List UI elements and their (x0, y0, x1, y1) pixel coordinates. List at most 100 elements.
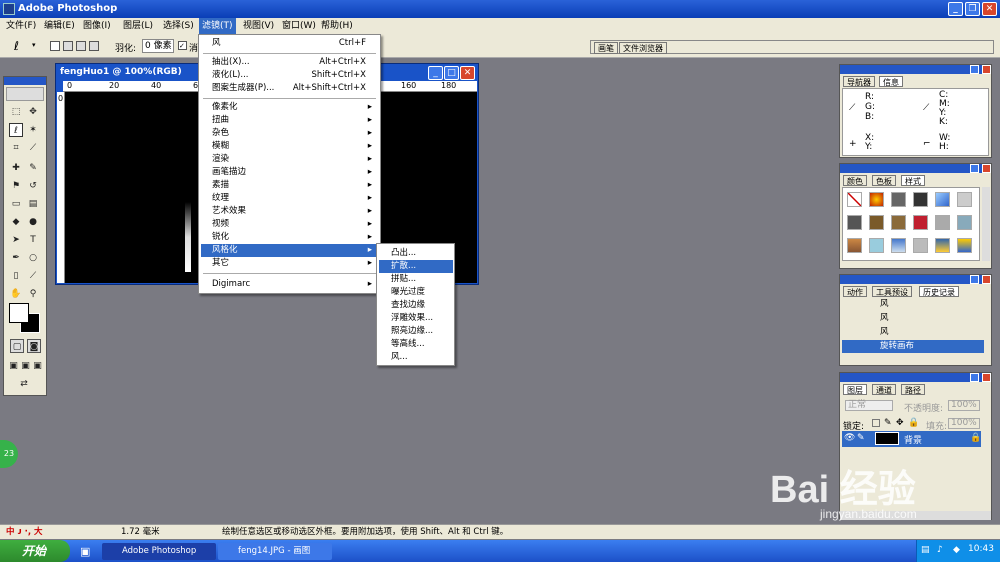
menu-layer[interactable]: 图层(L) (120, 18, 156, 34)
screen-mode-1-icon[interactable]: ▣ (8, 359, 19, 373)
style-swatch[interactable] (913, 192, 928, 207)
fill-input[interactable]: 100% (948, 418, 980, 429)
blur-tool-icon[interactable]: ◆ (9, 215, 23, 229)
intersect-selection-icon[interactable] (89, 41, 99, 51)
style-swatch[interactable] (891, 192, 906, 207)
panel-minimize-button[interactable] (970, 65, 979, 74)
show-desktop-icon[interactable]: ▣ (80, 545, 90, 558)
feather-input[interactable]: 0 像素 (142, 39, 174, 53)
menu-item-last-filter[interactable]: 风 Ctrl+F (201, 37, 378, 50)
menu-item-brush-strokes[interactable]: 画笔描边 ▸ (201, 166, 378, 179)
menu-item-liquify[interactable]: 液化(L)... Shift+Ctrl+X (201, 69, 378, 82)
tab-paths[interactable]: 路径 (901, 384, 925, 395)
new-selection-icon[interactable] (50, 41, 60, 51)
history-item[interactable]: 风 (842, 312, 984, 325)
style-swatch[interactable] (935, 238, 950, 253)
style-swatch[interactable] (869, 215, 884, 230)
menu-item-render[interactable]: 渲染 ▸ (201, 153, 378, 166)
menu-window[interactable]: 窗口(W) (279, 18, 319, 34)
menu-item-sharpen[interactable]: 锐化 ▸ (201, 231, 378, 244)
style-swatch[interactable] (935, 215, 950, 230)
magic-wand-icon[interactable]: ✶ (26, 123, 40, 137)
panel-close-button[interactable] (982, 65, 991, 74)
add-selection-icon[interactable] (63, 41, 73, 51)
lock-transparency-checkbox[interactable] (872, 419, 880, 427)
history-item[interactable]: 风 (842, 326, 984, 339)
menu-item-video[interactable]: 视频 ▸ (201, 218, 378, 231)
tab-swatches[interactable]: 色板 (872, 175, 896, 186)
brush-tool-icon[interactable]: ✎ (26, 161, 40, 175)
style-swatch[interactable] (869, 192, 884, 207)
tab-actions[interactable]: 动作 (843, 286, 867, 297)
style-swatch[interactable] (957, 192, 972, 207)
taskbar-item-paint[interactable]: feng14.JPG - 画图 (218, 543, 332, 560)
style-swatch[interactable] (913, 238, 928, 253)
eye-icon[interactable]: 👁 (844, 433, 855, 443)
subtract-selection-icon[interactable] (76, 41, 86, 51)
panel-close-button[interactable] (982, 164, 991, 173)
panel-minimize-button[interactable] (970, 275, 979, 284)
floating-badge[interactable]: 23 (0, 440, 18, 468)
tray-app-icon[interactable]: ◆ (953, 545, 960, 555)
menu-item-digimarc[interactable]: Digimarc ▸ (201, 278, 378, 291)
restore-button[interactable]: ❐ (965, 2, 980, 16)
pen-tool-icon[interactable]: ✒ (9, 251, 23, 265)
gradient-tool-icon[interactable]: ▤ (26, 197, 40, 211)
hand-tool-icon[interactable]: ✋ (9, 287, 23, 301)
dodge-tool-icon[interactable]: ● (26, 215, 40, 229)
submenu-item-wind[interactable]: 风... (379, 351, 453, 364)
minimize-button[interactable]: _ (948, 2, 963, 16)
tab-history[interactable]: 历史记录 (919, 286, 959, 297)
history-item[interactable]: 风 (842, 298, 984, 311)
taskbar-item-photoshop[interactable]: Adobe Photoshop (102, 543, 216, 560)
panel-close-button[interactable] (982, 275, 991, 284)
lock-move-icon[interactable]: ✥ (896, 418, 904, 428)
tab-tool-presets[interactable]: 工具预设 (872, 286, 912, 297)
foreground-color-swatch[interactable] (9, 303, 29, 323)
submenu-item-diffuse[interactable]: 扩散... (379, 260, 453, 273)
style-swatch[interactable] (957, 215, 972, 230)
doc-minimize-button[interactable]: _ (428, 66, 443, 80)
tray-volume-icon[interactable]: ♪ (937, 545, 943, 555)
submenu-item-find-edges[interactable]: 查找边缘 (379, 299, 453, 312)
menu-filter[interactable]: 滤镜(T) (199, 18, 236, 34)
tray-network-icon[interactable]: ▤ (921, 545, 930, 555)
tab-file-browser[interactable]: 文件浏览器 (619, 42, 667, 54)
panel-minimize-button[interactable] (970, 164, 979, 173)
path-select-icon[interactable]: ➤ (9, 233, 23, 247)
opacity-input[interactable]: 100% (948, 400, 980, 411)
menu-item-extract[interactable]: 抽出(X)... Alt+Ctrl+X (201, 56, 378, 69)
menu-item-pixelate[interactable]: 像素化 ▸ (201, 101, 378, 114)
submenu-item-tiles[interactable]: 拼贴... (379, 273, 453, 286)
style-swatch[interactable] (891, 215, 906, 230)
style-swatch[interactable] (847, 238, 862, 253)
style-swatch[interactable] (891, 238, 906, 253)
style-swatch[interactable] (869, 238, 884, 253)
lasso-tool-icon-active[interactable]: ℓ (9, 123, 23, 137)
chevron-down-icon[interactable]: ▾ (32, 41, 36, 49)
screen-mode-2-icon[interactable]: ▣ (20, 359, 31, 373)
close-button[interactable]: ✕ (982, 2, 997, 16)
antialias-checkbox[interactable]: ✓ (178, 41, 187, 50)
lasso-tool-icon[interactable]: ℓ (14, 39, 19, 53)
submenu-item-glowing-edges[interactable]: 照亮边缘... (379, 325, 453, 338)
style-swatch[interactable] (847, 215, 862, 230)
tab-info[interactable]: 信息 (879, 76, 903, 87)
menu-select[interactable]: 选择(S) (160, 18, 197, 34)
lock-brush-icon[interactable]: ✎ (884, 418, 892, 428)
notes-tool-icon[interactable]: ▯ (9, 269, 23, 283)
type-tool-icon[interactable]: T (26, 233, 40, 247)
menu-file[interactable]: 文件(F) (3, 18, 39, 34)
menu-item-blur[interactable]: 模糊 ▸ (201, 140, 378, 153)
eyedropper-icon[interactable]: ⟋ (26, 269, 40, 283)
start-button[interactable]: 开始 (0, 540, 70, 562)
menu-item-noise[interactable]: 杂色 ▸ (201, 127, 378, 140)
layer-row[interactable]: 👁 ✎ 背景 🔒 (842, 431, 981, 447)
history-item-selected[interactable]: 旋转画布 (842, 340, 984, 353)
marquee-tool-icon[interactable]: ⬚ (9, 105, 23, 119)
style-swatch[interactable] (957, 238, 972, 253)
doc-close-button[interactable]: ✕ (460, 66, 475, 80)
menu-help[interactable]: 帮助(H) (318, 18, 356, 34)
adobe-online-icon[interactable] (6, 87, 44, 101)
submenu-item-solarize[interactable]: 曝光过度 (379, 286, 453, 299)
